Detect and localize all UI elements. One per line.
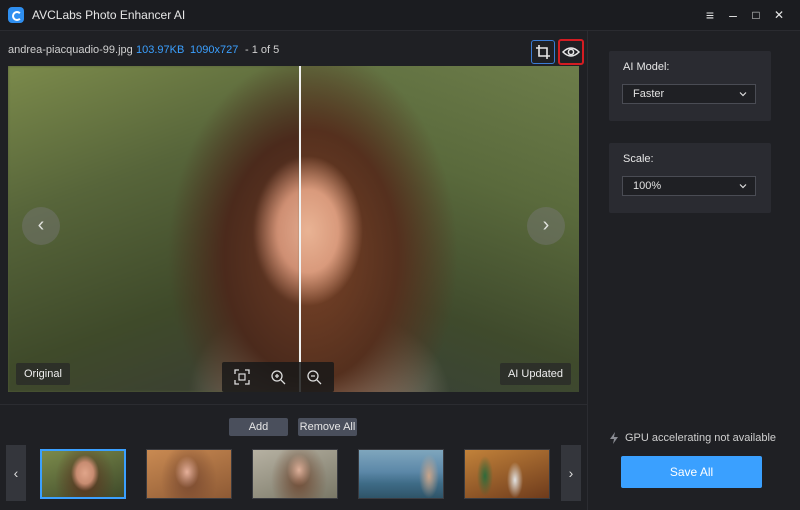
ai-model-select[interactable]: Faster	[622, 84, 756, 104]
ai-model-label: AI Model:	[623, 61, 670, 73]
file-name: andrea-piacquadio-99.jpg	[8, 44, 133, 56]
ai-updated-label: AI Updated	[499, 363, 571, 385]
save-all-button[interactable]: Save All	[621, 456, 762, 488]
maximize-button[interactable]: □	[745, 4, 767, 26]
remove-all-button[interactable]: Remove All	[298, 418, 357, 436]
lightning-icon	[610, 432, 618, 444]
minimize-button[interactable]: –	[722, 4, 744, 26]
thumbnail-divider	[0, 404, 587, 405]
zoom-in-icon	[271, 370, 286, 385]
image-counter: - 1 of 5	[245, 44, 280, 56]
crop-icon	[536, 45, 550, 59]
thumbnail-item[interactable]	[146, 449, 232, 499]
scale-label: Scale:	[623, 153, 654, 165]
preview-eye-button[interactable]	[558, 39, 584, 65]
zoom-out-button[interactable]	[306, 369, 322, 385]
gpu-status-text: GPU accelerating not available	[625, 432, 777, 444]
zoom-toolbar	[222, 362, 334, 392]
ai-model-panel: AI Model: Faster	[609, 51, 771, 121]
image-preview[interactable]: ‹ › Original AI Updated	[8, 66, 579, 392]
chevron-down-icon	[739, 184, 747, 189]
original-label: Original	[16, 363, 70, 385]
menu-icon[interactable]: ≡	[699, 4, 721, 26]
close-button[interactable]: ✕	[768, 4, 790, 26]
thumbnail-item[interactable]	[464, 449, 550, 499]
thumbnail-next-button[interactable]: ›	[561, 445, 581, 501]
fit-screen-button[interactable]	[234, 369, 250, 385]
fit-screen-icon	[234, 369, 250, 385]
comparison-slider[interactable]	[299, 66, 301, 392]
panel-divider	[587, 30, 588, 510]
crop-button[interactable]	[531, 40, 555, 64]
thumbnail-item[interactable]	[40, 449, 126, 499]
chevron-down-icon	[739, 92, 747, 97]
ai-model-value: Faster	[633, 88, 665, 100]
thumbnail-item[interactable]	[358, 449, 444, 499]
file-info-row: andrea-piacquadio-99.jpg 103.97KB 1090x7…	[0, 38, 590, 62]
prev-image-button[interactable]: ‹	[22, 207, 60, 245]
zoom-out-icon	[307, 370, 322, 385]
app-title: AVCLabs Photo Enhancer AI	[32, 8, 186, 22]
next-image-button[interactable]: ›	[527, 207, 565, 245]
thumbnail-item[interactable]	[252, 449, 338, 499]
scale-select[interactable]: 100%	[622, 176, 756, 196]
thumbnail-prev-button[interactable]: ‹	[6, 445, 26, 501]
zoom-in-button[interactable]	[270, 369, 286, 385]
eye-icon	[561, 47, 581, 57]
app-logo-icon	[8, 7, 24, 23]
image-dimensions: 1090x727	[190, 44, 239, 56]
file-size: 103.97KB	[136, 44, 185, 56]
add-button[interactable]: Add	[229, 418, 288, 436]
scale-panel: Scale: 100%	[609, 143, 771, 213]
scale-value: 100%	[633, 180, 662, 192]
gpu-status: GPU accelerating not available	[609, 432, 779, 446]
